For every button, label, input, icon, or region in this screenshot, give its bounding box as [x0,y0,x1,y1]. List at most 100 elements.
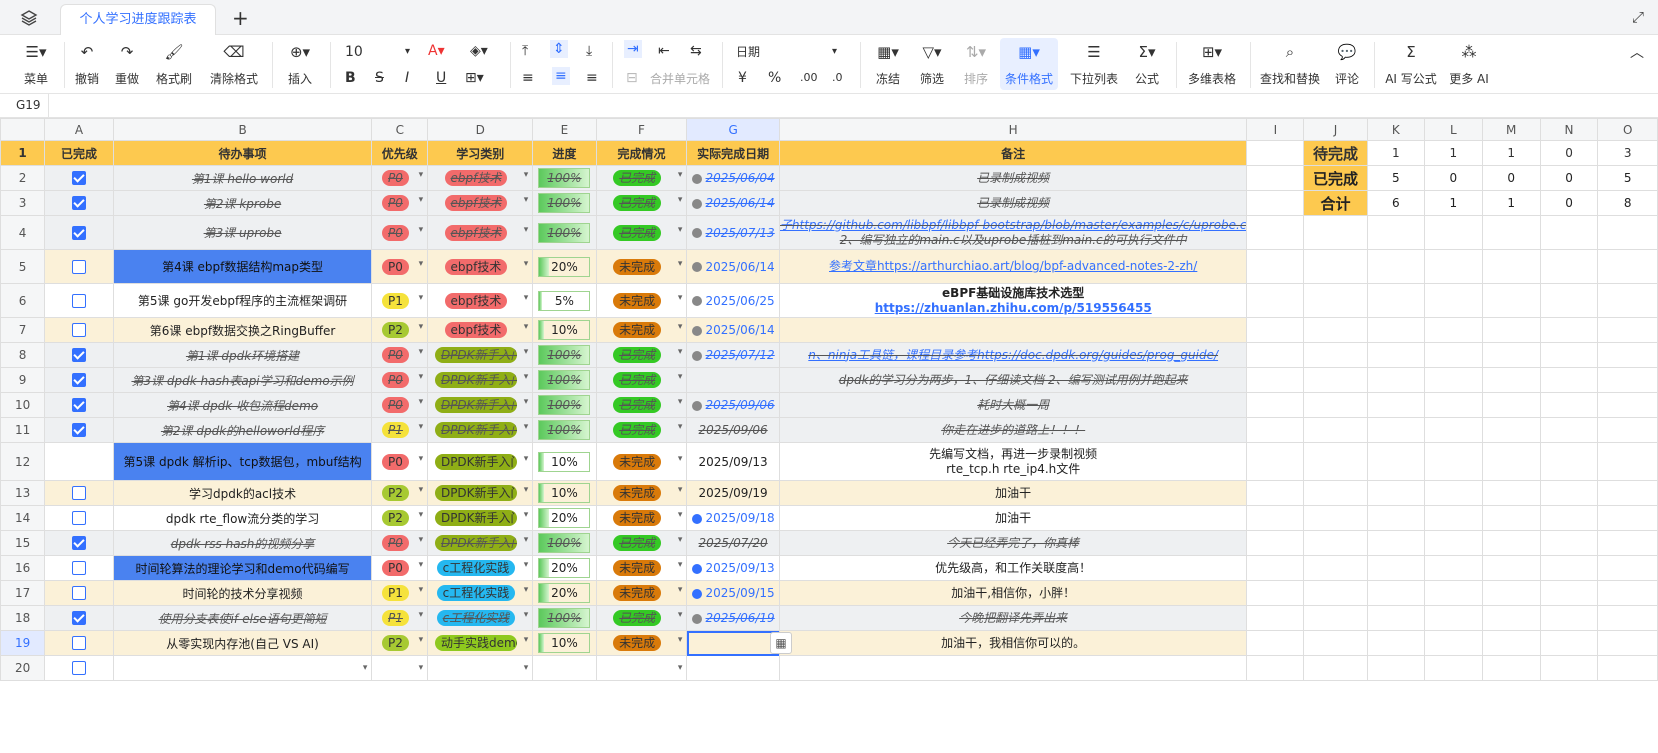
calendar-icon[interactable]: ▦ [770,632,792,654]
dropdown-icon[interactable]: ▾ [419,195,424,205]
date-cell[interactable]: 2025/09/13 [686,442,780,481]
dropdown-icon[interactable]: ▾ [678,372,683,382]
cell[interactable] [1246,442,1305,481]
category-cell[interactable]: c工程化实践 ▾ [427,605,534,631]
row-header[interactable]: 16 [0,555,46,581]
cell[interactable] [1539,530,1599,556]
summary-value[interactable]: 1 [1424,190,1483,216]
note-cell[interactable]: 优先级高，和工作关联度高！ [778,555,1248,581]
category-cell[interactable]: ebpf技术 ▾ [427,283,534,318]
cell[interactable] [1303,317,1368,343]
insert-button[interactable]: ⊕▾ 插入 [282,42,318,87]
task-cell[interactable]: 第3课 dpdk hash表api学习和demo示例 [112,367,373,393]
done-cell[interactable] [44,655,114,681]
cell[interactable] [1481,417,1541,443]
underline-icon[interactable]: U [436,69,446,87]
note-cell[interactable]: 已录制成视频 [778,165,1248,191]
header-cell[interactable]: 待办事项 [112,140,373,166]
done-cell[interactable] [44,480,114,506]
progress-cell[interactable]: 20% [532,580,597,606]
checkbox[interactable] [71,661,86,676]
find-replace-button[interactable]: ⌕ 查找和替换 [1258,42,1322,87]
note-cell[interactable]: 加油干，我相信你可以的。 [778,630,1248,656]
summary-value[interactable]: 0 [1481,165,1541,191]
dropdown-icon[interactable]: ▾ [524,485,529,495]
dropdown-icon[interactable]: ▾ [524,322,529,332]
status-cell[interactable]: ▾ [595,655,688,681]
dropdown-icon[interactable]: ▾ [524,293,529,303]
number-format-dropdown-icon[interactable]: ▾ [832,43,837,61]
date-cell[interactable]: 2025/06/19 [686,605,780,631]
dropdown-icon[interactable]: ▾ [678,454,683,464]
dropdown-icon[interactable]: ▾ [524,422,529,432]
dropdown-icon[interactable]: ▾ [524,259,529,269]
cell[interactable] [1366,530,1426,556]
cell[interactable] [1366,342,1426,368]
font-color-icon[interactable]: A▾ [428,42,445,60]
dropdown-icon[interactable]: ▾ [419,225,424,235]
cell[interactable] [1539,215,1599,250]
row-header[interactable]: 7 [0,317,46,343]
cell[interactable] [1366,655,1426,681]
summary-value[interactable]: 3 [1597,140,1658,166]
cell[interactable] [1303,342,1368,368]
cell[interactable] [1539,367,1599,393]
header-cell[interactable]: 已完成 [44,140,114,166]
summary-value[interactable]: 1 [1481,140,1541,166]
format-painter-button[interactable]: 🖌 格式刷 [152,42,196,87]
summary-value[interactable]: 5 [1366,165,1426,191]
summary-value[interactable]: 6 [1366,190,1426,216]
row-header[interactable]: 8 [0,342,46,368]
cell[interactable] [1246,249,1305,284]
priority-cell[interactable]: P0 ▾ [371,530,429,556]
cell[interactable] [1597,249,1658,284]
cell[interactable] [1366,417,1426,443]
category-cell[interactable]: ebpf技术 ▾ [427,249,534,284]
priority-cell[interactable]: P1 ▾ [371,605,429,631]
category-cell[interactable]: DPDK新手入门 ▾ [427,442,534,481]
progress-cell[interactable]: 100% [532,530,597,556]
header-cell[interactable]: 完成情况 [595,140,688,166]
column-header-m[interactable]: M [1481,118,1541,141]
cell[interactable] [1539,317,1599,343]
done-cell[interactable] [44,630,114,656]
task-cell[interactable]: 学习dpdk的acl技术 [112,480,373,506]
note-cell[interactable] [778,317,1248,343]
cell[interactable] [1424,480,1483,506]
progress-cell[interactable]: 20% [532,555,597,581]
summary-value[interactable]: 0 [1424,165,1483,191]
cell[interactable] [1246,140,1305,166]
dropdown-icon[interactable]: ▾ [678,635,683,645]
priority-cell[interactable]: P0 ▾ [371,342,429,368]
cell[interactable] [1303,367,1368,393]
note-cell[interactable]: 今天已经弄完了，你真棒 [778,530,1248,556]
cell[interactable] [1597,480,1658,506]
priority-cell[interactable]: P0 ▾ [371,367,429,393]
row-header[interactable]: 14 [0,505,46,531]
menu-button[interactable]: ☰▾ 菜单 [18,42,54,87]
progress-cell[interactable]: 20% [532,249,597,284]
cell[interactable] [1246,530,1305,556]
cell[interactable] [1366,283,1426,318]
cell[interactable] [1481,630,1541,656]
status-cell[interactable]: 未完成 ▾ [595,505,688,531]
date-cell[interactable]: 2025/06/25 [686,283,780,318]
dropdown-icon[interactable]: ▾ [419,422,424,432]
cell[interactable] [1424,392,1483,418]
status-cell[interactable]: 已完成 ▾ [595,392,688,418]
progress-cell[interactable]: 10% [532,480,597,506]
cell[interactable] [1539,442,1599,481]
align-middle-icon[interactable]: ⇕ [550,40,568,58]
dropdown-icon[interactable]: ▾ [419,347,424,357]
dropdown-icon[interactable]: ▾ [678,225,683,235]
category-cell[interactable]: ebpf技术 ▾ [427,317,534,343]
font-size-select[interactable]: 10 [345,43,363,61]
done-cell[interactable] [44,530,114,556]
dropdown-icon[interactable]: ▾ [524,535,529,545]
merge-cells-button[interactable]: 合并单元格 [650,70,710,88]
done-cell[interactable] [44,342,114,368]
decimal-decrease-icon[interactable]: .0 [832,69,843,87]
cell[interactable] [1481,283,1541,318]
priority-cell[interactable]: P1 ▾ [371,580,429,606]
summary-value[interactable]: 5 [1597,165,1658,191]
